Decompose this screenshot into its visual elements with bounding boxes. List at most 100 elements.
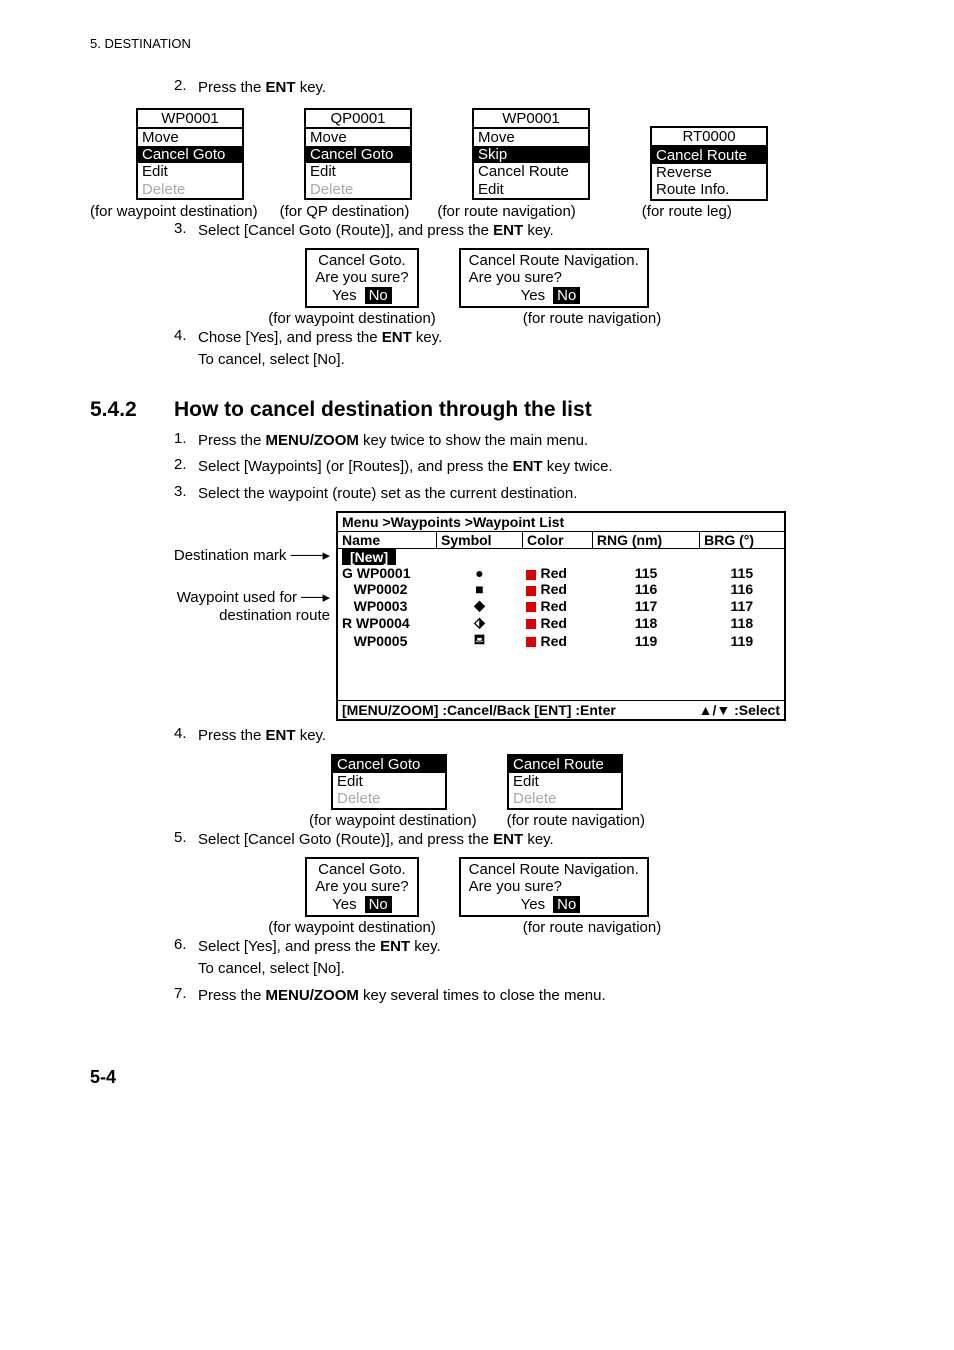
step-text: key twice. xyxy=(543,458,613,475)
step-num: 2. xyxy=(174,77,198,100)
step-text: key. xyxy=(296,727,327,744)
cell-name: WP0003 xyxy=(338,597,437,614)
cell-rng: 115 xyxy=(592,565,699,581)
step-542-1: 1. Press the MENU/ZOOM key twice to show… xyxy=(174,430,864,453)
step-text: Press the xyxy=(198,727,266,744)
dialog-text: Cancel Route Navigation. xyxy=(469,252,639,269)
section-title-542: 5.4.2 How to cancel destination through … xyxy=(90,398,864,422)
menu-item-selected[interactable]: Cancel Goto xyxy=(138,146,242,163)
cell-rng: 119 xyxy=(592,631,699,650)
step-num: 7. xyxy=(174,985,198,1008)
step-text: Press the xyxy=(198,432,266,449)
table-row[interactable]: R WP0004⬗Red118118 xyxy=(338,614,784,631)
menu-item-selected[interactable]: Cancel Route xyxy=(509,756,621,773)
dialog-text: Are you sure? xyxy=(315,878,408,895)
cell-symbol: ◆ xyxy=(437,597,523,614)
table-row[interactable]: WP0003◆Red117117 xyxy=(338,597,784,614)
cell-color: Red xyxy=(522,614,592,631)
menu-title: QP0001 xyxy=(306,110,410,129)
figure-caption: (for route navigation) xyxy=(487,310,697,327)
table-row-new[interactable]: [New] xyxy=(338,549,784,566)
step-text: To cancel, select [No]. xyxy=(198,351,345,368)
table-header: Name Symbol Color RNG (nm) BRG (°) xyxy=(338,532,784,549)
step-num: 5. xyxy=(174,829,198,852)
no-button[interactable]: No xyxy=(365,287,392,304)
menu-item[interactable]: Move xyxy=(138,129,242,146)
step-num: 3. xyxy=(174,220,198,243)
step-text: key. xyxy=(410,938,441,955)
step-542-5: 5. Select [Cancel Goto (Route)], and pre… xyxy=(174,829,864,852)
yes-button[interactable]: Yes xyxy=(521,896,545,913)
cell-name: R WP0004 xyxy=(338,614,437,631)
step-2: 2. Press the ENT key. xyxy=(174,77,864,100)
menu-item-selected[interactable]: Skip xyxy=(474,146,588,163)
waypoint-list: Menu >Waypoints >Waypoint List Name Symb… xyxy=(336,511,786,721)
menu-item[interactable]: Edit xyxy=(306,163,410,180)
no-button[interactable]: No xyxy=(365,896,392,913)
cell-brg: 117 xyxy=(700,597,784,614)
menu-route-nav-2: Cancel Route Edit Delete xyxy=(507,754,623,810)
breadcrumb: Menu >Waypoints >Waypoint List xyxy=(338,513,784,532)
new-row[interactable]: [New] xyxy=(342,549,396,565)
key-name: ENT xyxy=(266,727,296,744)
table-row[interactable]: G WP0001●Red115115 xyxy=(338,565,784,581)
menu-route-nav: WP0001 Move Skip Cancel Route Edit xyxy=(472,108,590,200)
annotation-dest-mark: Destination mark xyxy=(174,547,287,564)
no-button[interactable]: No xyxy=(553,287,580,304)
figure-caption: (for route navigation) xyxy=(437,203,575,220)
cell-color: Red xyxy=(522,631,592,650)
yes-button[interactable]: Yes xyxy=(332,896,356,913)
menu-title: WP0001 xyxy=(474,110,588,129)
step-542-7: 7. Press the MENU/ZOOM key several times… xyxy=(174,985,864,1008)
step-542-3: 3. Select the waypoint (route) set as th… xyxy=(174,483,864,506)
step-text: Select [Cancel Goto (Route)], and press … xyxy=(198,222,493,239)
figure-caption: (for waypoint destination) xyxy=(90,203,258,220)
yes-button[interactable]: Yes xyxy=(521,287,545,304)
menu-item[interactable]: Reverse xyxy=(652,164,766,181)
cell-name: WP0005 xyxy=(338,631,437,650)
step-num: 6. xyxy=(174,936,198,981)
menu-item-selected[interactable]: Cancel Route xyxy=(652,147,766,164)
table-row[interactable]: WP0005⛾Red119119 xyxy=(338,631,784,650)
menu-item[interactable]: Edit xyxy=(138,163,242,180)
menu-item[interactable]: Edit xyxy=(333,773,445,790)
key-name: ENT xyxy=(382,329,412,346)
dialog-text: Are you sure? xyxy=(469,878,639,895)
dialog-text: Cancel Goto. xyxy=(315,861,408,878)
menu-qp-dest: QP0001 Move Cancel Goto Edit Delete xyxy=(304,108,412,200)
cell-rng: 116 xyxy=(592,581,699,597)
no-button[interactable]: No xyxy=(553,896,580,913)
table-row[interactable]: WP0002■Red116116 xyxy=(338,581,784,597)
figure-caption: (for route navigation) xyxy=(487,919,697,936)
col-brg: BRG (°) xyxy=(700,532,784,549)
menu-item[interactable]: Route Info. xyxy=(652,181,766,198)
cell-color: Red xyxy=(522,565,592,581)
step-text: Chose [Yes], and press the xyxy=(198,329,382,346)
menu-item-disabled: Delete xyxy=(306,181,410,198)
dialog-text: Are you sure? xyxy=(315,269,408,286)
figure-caption: (for route leg) xyxy=(642,203,732,220)
menu-item-selected[interactable]: Cancel Goto xyxy=(306,146,410,163)
step-text: key. xyxy=(296,79,327,96)
step-text: Select [Cancel Goto (Route)], and press … xyxy=(198,831,493,848)
step-542-6: 6. Select [Yes], and press the ENT key. … xyxy=(174,936,864,981)
yes-button[interactable]: Yes xyxy=(332,287,356,304)
step-num: 1. xyxy=(174,430,198,453)
key-name: ENT xyxy=(513,458,543,475)
figure-caption: (for waypoint destination) xyxy=(257,919,447,936)
menu-item[interactable]: Edit xyxy=(509,773,621,790)
menu-item[interactable]: Cancel Route xyxy=(474,163,588,180)
menu-item[interactable]: Move xyxy=(474,129,588,146)
cell-brg: 115 xyxy=(700,565,784,581)
step-num: 4. xyxy=(174,725,198,748)
list-footer: [MENU/ZOOM] :Cancel/Back [ENT] :Enter ▲/… xyxy=(338,700,784,719)
figure-caption: (for QP destination) xyxy=(280,203,410,220)
step-text: Press the xyxy=(198,987,266,1004)
dialog-cancel-goto-2: Cancel Goto. Are you sure? Yes No xyxy=(305,857,418,917)
col-symbol: Symbol xyxy=(437,532,523,549)
menu-item-selected[interactable]: Cancel Goto xyxy=(333,756,445,773)
cell-symbol: ● xyxy=(437,565,523,581)
menu-item[interactable]: Move xyxy=(306,129,410,146)
step-text: Select [Yes], and press the xyxy=(198,938,380,955)
menu-item[interactable]: Edit xyxy=(474,181,588,198)
